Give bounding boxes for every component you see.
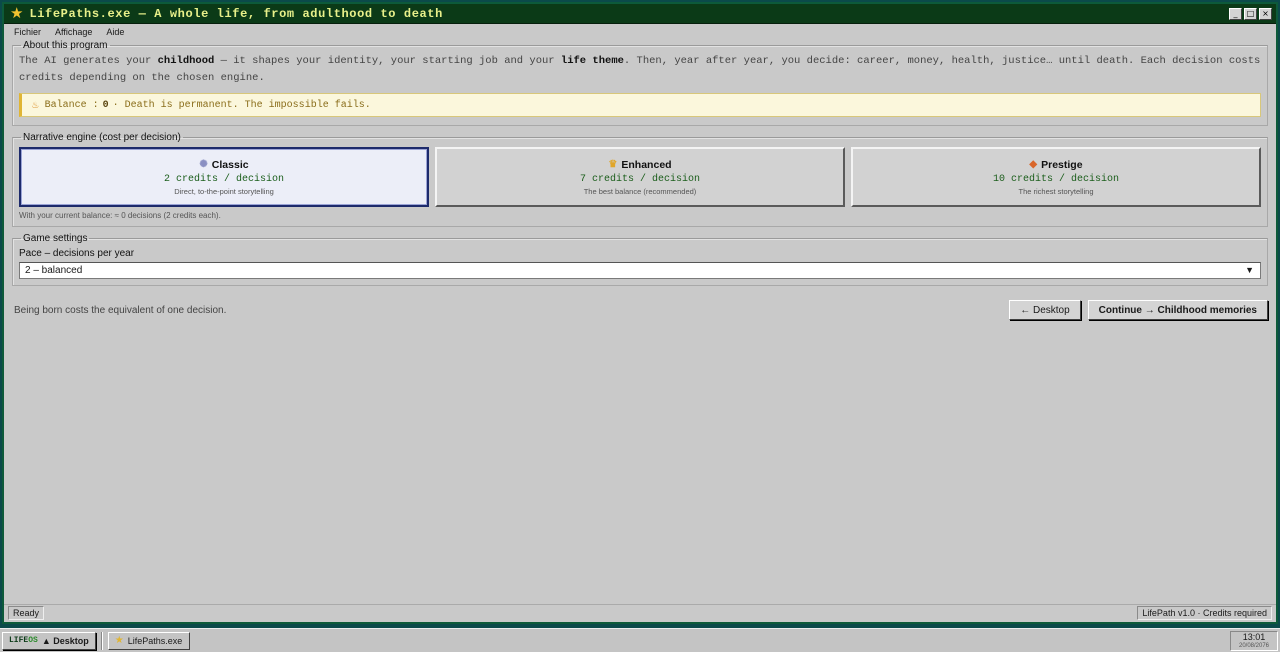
engine-section: Narrative engine (cost per decision) ✺ C… — [12, 132, 1268, 227]
taskbar-separator — [100, 631, 103, 650]
about-text-1: The AI generates your — [19, 55, 158, 67]
main-content: About this program The AI generates your… — [4, 40, 1276, 604]
star-icon: ★ — [10, 5, 24, 22]
taskbar-item-lifepaths[interactable]: ★ LifePaths.exe — [107, 631, 190, 650]
clock-date: 20/08/2076 — [1238, 642, 1270, 649]
footer-row: Being born costs the equivalent of one d… — [12, 300, 1268, 320]
settings-legend: Game settings — [23, 233, 88, 244]
engine-name: Prestige — [1041, 158, 1083, 171]
engine-name: Enhanced — [621, 158, 672, 171]
window-title: LifePaths.exe — A whole life, from adult… — [29, 6, 443, 21]
menu-bar: Fichier Affichage Aide — [4, 24, 1276, 40]
menu-fichier[interactable]: Fichier — [14, 27, 41, 37]
engine-hint: With your current balance: ≈ 0 decisions… — [19, 211, 221, 220]
flame-icon: ♨ — [32, 100, 39, 112]
settings-section: Game settings Pace – decisions per year … — [12, 233, 1268, 286]
balance-note: · Death is permanent. The impossible fai… — [112, 99, 371, 111]
start-button[interactable]: LIFEOS ▲ Desktop — [2, 631, 96, 650]
system-clock[interactable]: 13:01 20/08/2076 — [1230, 630, 1278, 651]
menu-aide[interactable]: Aide — [106, 27, 124, 37]
engine-description: Direct, to-the-point storytelling — [174, 186, 274, 196]
engine-option-prestige[interactable]: ◆ Prestige 10 credits / decision The ric… — [851, 147, 1261, 207]
engine-name: Classic — [211, 158, 249, 171]
about-bold-life-theme: life theme — [560, 55, 624, 67]
title-bar[interactable]: ★ LifePaths.exe — A whole life, from adu… — [4, 4, 1276, 24]
about-description: The AI generates your childhood — it sha… — [19, 53, 1261, 87]
engine-name-row: ✺ Classic — [199, 159, 248, 171]
balance-label: Balance : — [44, 99, 99, 111]
engine-legend: Narrative engine (cost per decision) — [23, 132, 181, 143]
continue-button[interactable]: Continue → Childhood memories — [1087, 300, 1268, 320]
engine-cost: 2 credits / decision — [163, 173, 285, 185]
status-bar: Ready LifePath v1.0 · Credits required — [4, 604, 1276, 621]
balance-banner: ♨ Balance : 0 · Death is permanent. The … — [19, 93, 1261, 117]
start-label: ▲ Desktop — [41, 635, 89, 646]
star-icon: ★ — [114, 635, 124, 646]
menu-affichage[interactable]: Affichage — [55, 27, 92, 37]
crown-icon: ♛ — [608, 159, 618, 170]
engine-cost: 7 credits / decision — [579, 173, 701, 185]
task-label: LifePaths.exe — [127, 635, 183, 646]
brand-part-b: OS — [28, 636, 38, 645]
about-legend: About this program — [23, 40, 108, 51]
engine-options: ✺ Classic 2 credits / decision Direct, t… — [19, 147, 1261, 207]
pace-value: 2 – balanced — [25, 265, 83, 276]
pace-label: Pace – decisions per year — [19, 248, 135, 259]
engine-name-row: ♛ Enhanced — [608, 159, 671, 171]
close-button[interactable]: × — [1259, 7, 1272, 20]
maximize-button[interactable]: □ — [1244, 7, 1257, 20]
engine-name-row: ◆ Prestige — [1029, 159, 1082, 171]
engine-option-enhanced[interactable]: ♛ Enhanced 7 credits / decision The best… — [435, 147, 845, 207]
engine-cost: 10 credits / decision — [992, 173, 1120, 185]
about-section: About this program The AI generates your… — [12, 40, 1268, 126]
balance-value: 0 — [102, 99, 109, 111]
engine-description: The best balance (recommended) — [583, 186, 697, 196]
brand-part-a: LIFE — [9, 636, 29, 645]
sparkle-icon: ✺ — [199, 159, 208, 170]
back-to-desktop-button[interactable]: ← Desktop — [1009, 300, 1081, 320]
app-window: ★ LifePaths.exe — A whole life, from adu… — [2, 2, 1278, 624]
pace-select[interactable]: 2 – balanced ▼ — [19, 262, 1261, 279]
engine-option-classic[interactable]: ✺ Classic 2 credits / decision Direct, t… — [19, 147, 429, 207]
gem-icon: ◆ — [1029, 159, 1038, 170]
dropdown-arrow-icon: ▼ — [1245, 265, 1254, 275]
about-bold-childhood: childhood — [157, 55, 215, 67]
status-right: LifePath v1.0 · Credits required — [1137, 606, 1272, 620]
taskbar: LIFEOS ▲ Desktop ★ LifePaths.exe 13:01 2… — [0, 628, 1280, 652]
lifeos-logo: LIFEOS — [9, 636, 38, 645]
engine-description: The richest storytelling — [1018, 186, 1094, 196]
about-text-2: — it shapes your identity, your starting… — [214, 55, 561, 67]
clock-time: 13:01 — [1242, 631, 1266, 642]
status-left: Ready — [8, 606, 45, 620]
minimize-button[interactable]: _ — [1229, 7, 1242, 20]
birth-cost-note: Being born costs the equivalent of one d… — [14, 304, 227, 316]
